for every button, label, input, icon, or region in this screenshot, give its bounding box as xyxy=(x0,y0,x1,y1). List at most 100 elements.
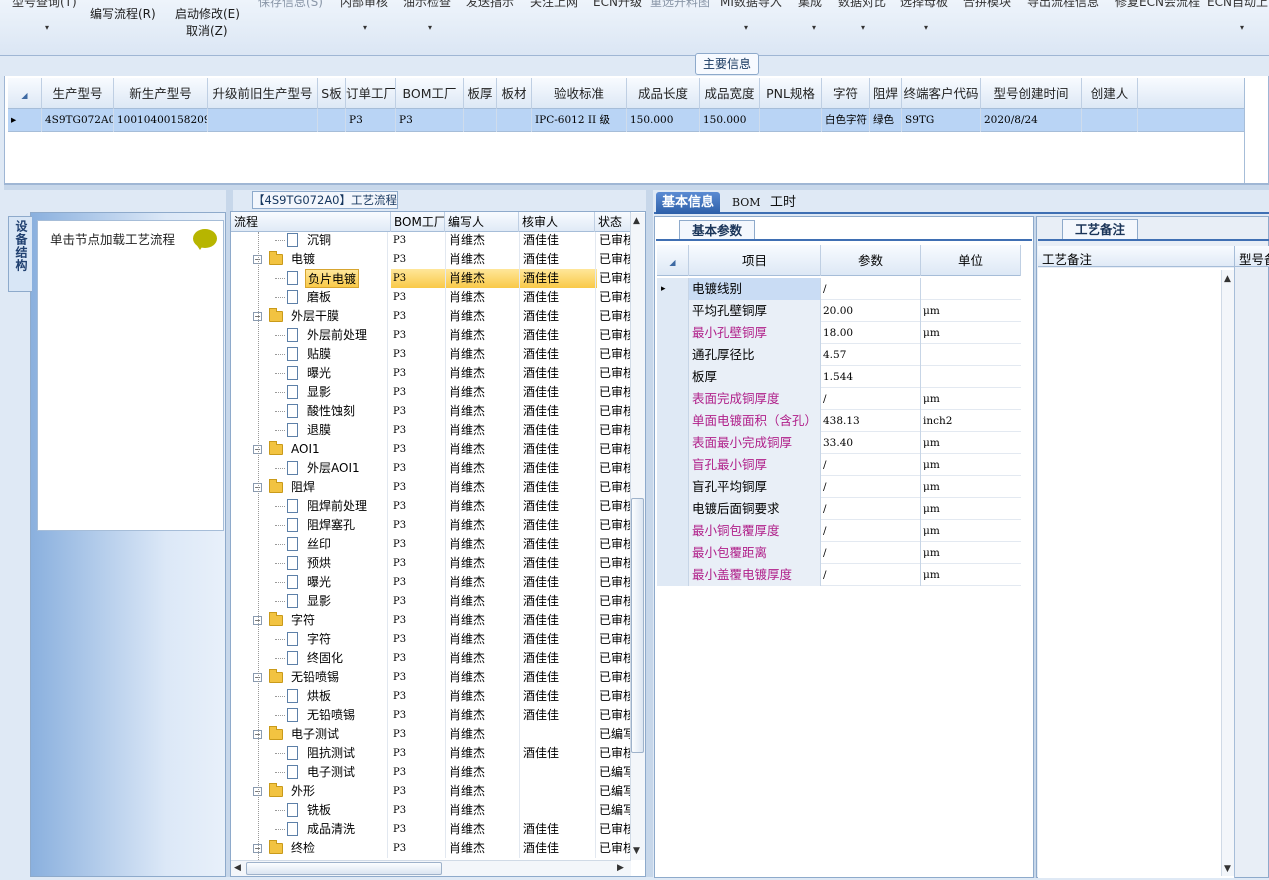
tree-node-label[interactable]: 显影 xyxy=(305,383,333,402)
scroll-up-icon[interactable]: ▲ xyxy=(633,216,640,226)
tree-horizontal-scroll-thumb[interactable] xyxy=(246,862,442,875)
column-header[interactable]: 新生产型号 xyxy=(114,78,208,109)
toolbar-button-4[interactable]: 发送指示 xyxy=(466,0,514,10)
tree-row[interactable]: 沉铜 P3 肖维杰 酒佳佳 已审核 xyxy=(231,232,631,250)
tree-node-label[interactable]: 电镀 xyxy=(289,250,317,269)
scroll-right-icon[interactable]: ▶ xyxy=(617,863,624,873)
tree-row[interactable]: − 无铅喷锡 P3 肖维杰 酒佳佳 已审核 xyxy=(231,668,631,687)
column-header[interactable]: 终端客户代码 xyxy=(902,78,981,109)
tree-node-label[interactable]: 字符 xyxy=(289,611,317,630)
tree-node-label[interactable]: 无铅喷锡 xyxy=(289,668,341,687)
param-row[interactable]: 单面电镀面积（含孔） 438.13 inch2 xyxy=(657,410,1021,432)
param-value[interactable]: 1.544 xyxy=(821,366,921,388)
tree-row[interactable]: − AOI1 P3 肖维杰 酒佳佳 已审核 xyxy=(231,440,631,459)
chevron-down-icon[interactable]: ▾ xyxy=(363,23,367,32)
tree-node-label[interactable]: 阻抗测试 xyxy=(305,744,357,763)
tree-row[interactable]: 阻抗测试 P3 肖维杰 酒佳佳 已审核 xyxy=(231,744,631,763)
param-row[interactable]: 盲孔平均铜厚 / μm xyxy=(657,476,1021,498)
tree-node-label[interactable]: 负片电镀 xyxy=(305,269,360,288)
tree-node-label[interactable]: 贴膜 xyxy=(305,345,333,364)
tab-basic-info[interactable]: 基本信息 xyxy=(656,192,721,214)
column-header[interactable]: 板材 xyxy=(497,78,532,109)
tree-row[interactable]: 显影 P3 肖维杰 酒佳佳 已审核 xyxy=(231,383,631,402)
param-value[interactable]: / xyxy=(821,454,921,476)
column-header[interactable]: PNL规格 xyxy=(760,78,822,109)
param-row[interactable]: 板厚 1.544 xyxy=(657,366,1021,388)
column-header[interactable]: 验收标准 xyxy=(532,78,627,109)
toolbar-button-15[interactable]: ECN自动上 xyxy=(1207,0,1268,10)
tree-row[interactable]: 磨板 P3 肖维杰 酒佳佳 已审核 xyxy=(231,288,631,307)
param-row[interactable]: ▸ 电镀线别 / xyxy=(657,278,1021,300)
tree-row[interactable]: 贴膜 P3 肖维杰 酒佳佳 已审核 xyxy=(231,345,631,364)
column-header[interactable]: 成品宽度 xyxy=(700,78,760,109)
remarks-scroll-down-icon[interactable]: ▼ xyxy=(1224,864,1231,874)
param-value[interactable]: / xyxy=(821,388,921,410)
cell[interactable]: 150.000 xyxy=(700,109,760,132)
tree-row[interactable]: − 外层干膜 P3 肖维杰 酒佳佳 已审核 xyxy=(231,307,631,326)
tree-vertical-scroll-thumb[interactable] xyxy=(631,498,644,753)
node-list[interactable] xyxy=(37,220,224,531)
cell[interactable] xyxy=(497,109,532,132)
tree-row[interactable]: 外层前处理 P3 肖维杰 酒佳佳 已审核 xyxy=(231,326,631,345)
cell[interactable]: 绿色 xyxy=(870,109,902,132)
params-column-header[interactable]: 项目 xyxy=(689,245,821,276)
tree-node-label[interactable]: 阻焊前处理 xyxy=(305,497,369,516)
tree-node-label[interactable]: 曝光 xyxy=(305,573,333,592)
param-value[interactable]: 20.00 xyxy=(821,300,921,322)
chevron-down-icon[interactable]: ▾ xyxy=(1240,23,1244,32)
toolbar-button-12[interactable]: 合拼模块 xyxy=(963,0,1011,10)
tree-node-label[interactable]: 显影 xyxy=(305,592,333,611)
tree-row[interactable]: 丝印 P3 肖维杰 酒佳佳 已审核 xyxy=(231,535,631,554)
tree-column-header[interactable]: 状态 xyxy=(595,212,631,232)
toolbar-button-6[interactable]: ECN升级 xyxy=(593,0,642,10)
cell[interactable]: IPC-6012 II 级 xyxy=(532,109,627,132)
tree-column-header[interactable]: 核审人 xyxy=(519,212,595,232)
column-header[interactable]: 升级前旧生产型号 xyxy=(208,78,318,109)
tree-row[interactable]: 曝光 P3 肖维杰 酒佳佳 已审核 xyxy=(231,573,631,592)
param-row[interactable]: 平均孔壁铜厚 20.00 μm xyxy=(657,300,1021,322)
cell[interactable] xyxy=(760,109,822,132)
param-value[interactable]: 438.13 xyxy=(821,410,921,432)
tree-node-label[interactable]: 预烘 xyxy=(305,554,333,573)
param-row[interactable]: 表面最小完成铜厚 33.40 μm xyxy=(657,432,1021,454)
tree-row[interactable]: 无铅喷锡 P3 肖维杰 酒佳佳 已审核 xyxy=(231,706,631,725)
tree-row[interactable]: 外层AOI1 P3 肖维杰 酒佳佳 已审核 xyxy=(231,459,631,478)
tree-node-label[interactable]: 阻焊塞孔 xyxy=(305,516,357,535)
tree-row[interactable]: 铣板 P3 肖维杰 已编写 xyxy=(231,801,631,820)
process-remarks-textarea[interactable] xyxy=(1038,268,1234,878)
tree-node-label[interactable]: 退膜 xyxy=(305,421,333,440)
remarks-scroll-up-icon[interactable]: ▲ xyxy=(1224,274,1231,284)
tree-node-label[interactable]: 外层AOI1 xyxy=(305,459,362,478)
chevron-down-icon[interactable]: ▾ xyxy=(861,23,865,32)
toolbar-button-7[interactable]: 重选开料图 xyxy=(650,0,710,10)
toolbar-button-9[interactable]: 集成 xyxy=(798,0,822,10)
cell[interactable]: 4S9TG072A0 xyxy=(42,109,114,132)
column-header[interactable]: S板 xyxy=(318,78,346,109)
tree-node-label[interactable]: 终固化 xyxy=(305,649,345,668)
chevron-down-icon[interactable]: ▾ xyxy=(744,23,748,32)
param-row[interactable]: 表面完成铜厚度 / μm xyxy=(657,388,1021,410)
chevron-down-icon[interactable]: ▾ xyxy=(428,23,432,32)
chevron-down-icon[interactable]: ▾ xyxy=(924,23,928,32)
column-header[interactable]: 订单工厂 xyxy=(346,78,396,109)
tree-node-label[interactable]: 外层前处理 xyxy=(305,326,369,345)
column-header[interactable]: BOM工厂 xyxy=(396,78,464,109)
middle-splitter[interactable] xyxy=(646,190,653,877)
tree-node-label[interactable]: 铣板 xyxy=(305,801,333,820)
process-tree[interactable]: 沉铜 P3 肖维杰 酒佳佳 已审核 − 电镀 P3 肖维杰 酒佳佳 已审核 负片电镀 P3 肖维杰 酒佳佳已… xyxy=(231,232,631,860)
toolbar-button-14[interactable]: 修复ECN会流程 xyxy=(1115,0,1200,10)
tree-node-label[interactable]: 字符 xyxy=(305,630,333,649)
tree-node-label[interactable]: 磨板 xyxy=(305,288,333,307)
tree-row[interactable]: 退膜 P3 肖维杰 酒佳佳 已审核 xyxy=(231,421,631,440)
toolbar-button-3[interactable]: 油示检查 xyxy=(403,0,451,10)
param-value[interactable]: / xyxy=(821,476,921,498)
cell[interactable] xyxy=(1082,109,1138,132)
tree-node-label[interactable]: 终检 xyxy=(289,839,317,858)
tree-row[interactable]: − 字符 P3 肖维杰 酒佳佳 已审核 xyxy=(231,611,631,630)
toolbar-button-11[interactable]: 选择母板 xyxy=(900,0,948,10)
edit-flow-button[interactable]: 编写流程(R) xyxy=(90,5,156,22)
params-column-header[interactable]: 参数 xyxy=(821,245,921,276)
tree-row[interactable]: − 电子测试 P3 肖维杰 已编写 xyxy=(231,725,631,744)
tree-row[interactable]: 成品清洗 P3 肖维杰 酒佳佳 已审核 xyxy=(231,820,631,839)
param-row[interactable]: 最小盖覆电镀厚度 / μm xyxy=(657,564,1021,586)
